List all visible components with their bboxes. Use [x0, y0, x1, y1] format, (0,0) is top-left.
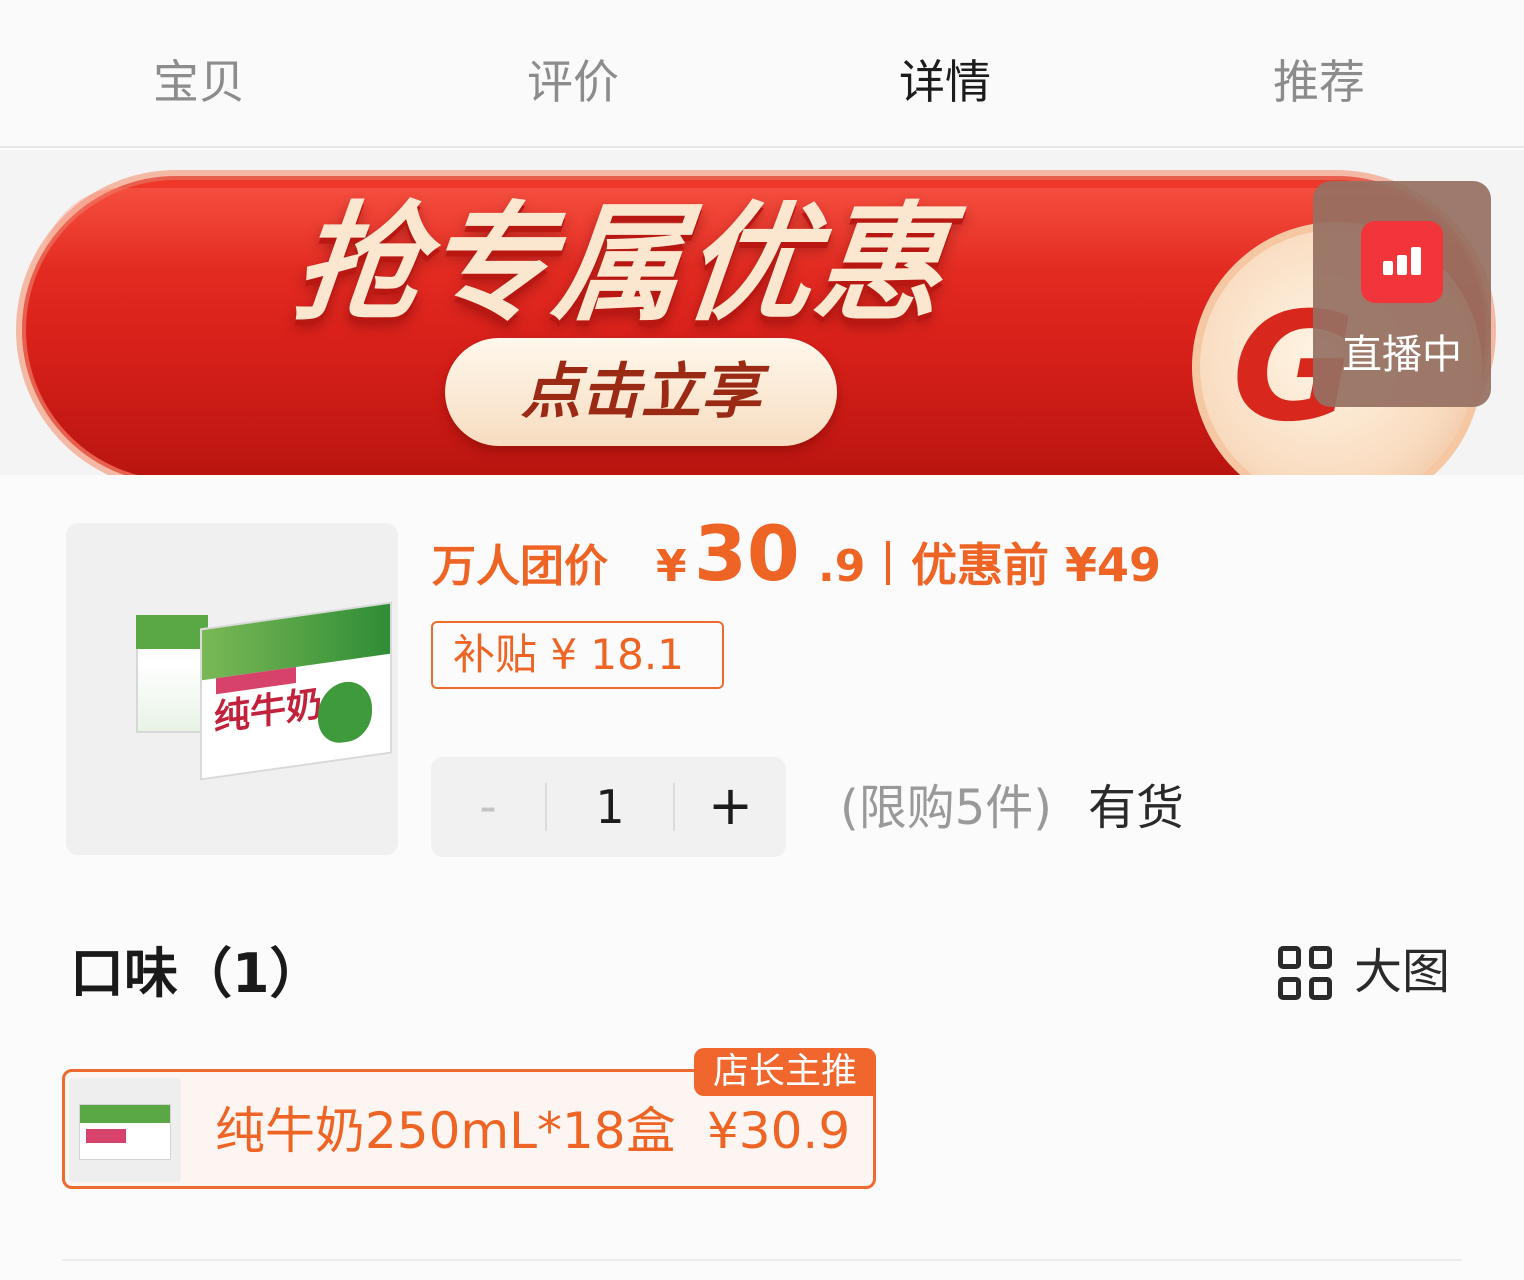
original-price: 优惠前 ¥49	[911, 538, 1162, 592]
milk-carton-side-top	[136, 615, 208, 649]
sku-thumbnail	[69, 1078, 181, 1182]
subsidy-tag: 补贴 ¥ 18.1	[431, 621, 724, 689]
price-decimal: .9	[818, 541, 866, 592]
promo-banner-area: 抢专属优惠 点击立享 G	[0, 150, 1524, 475]
price-label: 万人团价	[432, 541, 608, 592]
tab-xiangqing[interactable]: 详情	[899, 52, 991, 112]
live-stats-icon	[1361, 221, 1443, 303]
quantity-stepper: - 1 +	[431, 757, 786, 857]
sku-name: 纯牛奶250mL*18盒	[215, 1102, 676, 1160]
product-image[interactable]: 纯牛奶	[66, 523, 398, 855]
increase-button[interactable]: +	[675, 757, 786, 857]
purchase-limit: (限购5件)	[840, 780, 1052, 836]
box-top-band	[202, 603, 390, 681]
flavor-section-title: 口味（1）	[70, 942, 324, 1005]
tab-tuijian[interactable]: 推荐	[1273, 52, 1365, 112]
milk-carton-box: 纯牛奶	[200, 601, 392, 781]
top-tab-bar: 宝贝 评价 详情 推荐	[0, 0, 1524, 148]
banner-headline: 抢专属优惠	[287, 190, 953, 339]
banner-cta-button[interactable]: 点击立享	[445, 338, 837, 446]
stock-status: 有货	[1088, 780, 1185, 836]
milk-drop-graphic	[318, 678, 372, 746]
big-image-toggle[interactable]: 大图	[1354, 940, 1450, 1004]
grid-icon[interactable]	[1278, 946, 1332, 1000]
sku-price: ¥30.9	[707, 1102, 851, 1160]
price-divider	[886, 541, 890, 585]
quantity-input[interactable]: 1	[547, 757, 673, 857]
section-divider	[62, 1259, 1462, 1261]
price-currency: ¥	[656, 541, 687, 592]
decrease-button[interactable]: -	[431, 757, 545, 857]
group-price: 万人团价 ¥ 30 .9	[432, 508, 892, 598]
tab-pingjia[interactable]: 评价	[527, 52, 619, 112]
live-label: 直播中	[1342, 332, 1462, 378]
tab-baobei[interactable]: 宝贝	[153, 52, 245, 112]
product-detail-page: 宝贝 评价 详情 推荐 抢专属优惠 点击立享 G 直播中 纯牛奶 万人团价 ¥ …	[0, 0, 1524, 1280]
shop-recommend-badge: 店长主推	[694, 1048, 876, 1096]
price-integer: 30	[694, 509, 800, 598]
live-badge[interactable]: 直播中	[1313, 181, 1491, 407]
